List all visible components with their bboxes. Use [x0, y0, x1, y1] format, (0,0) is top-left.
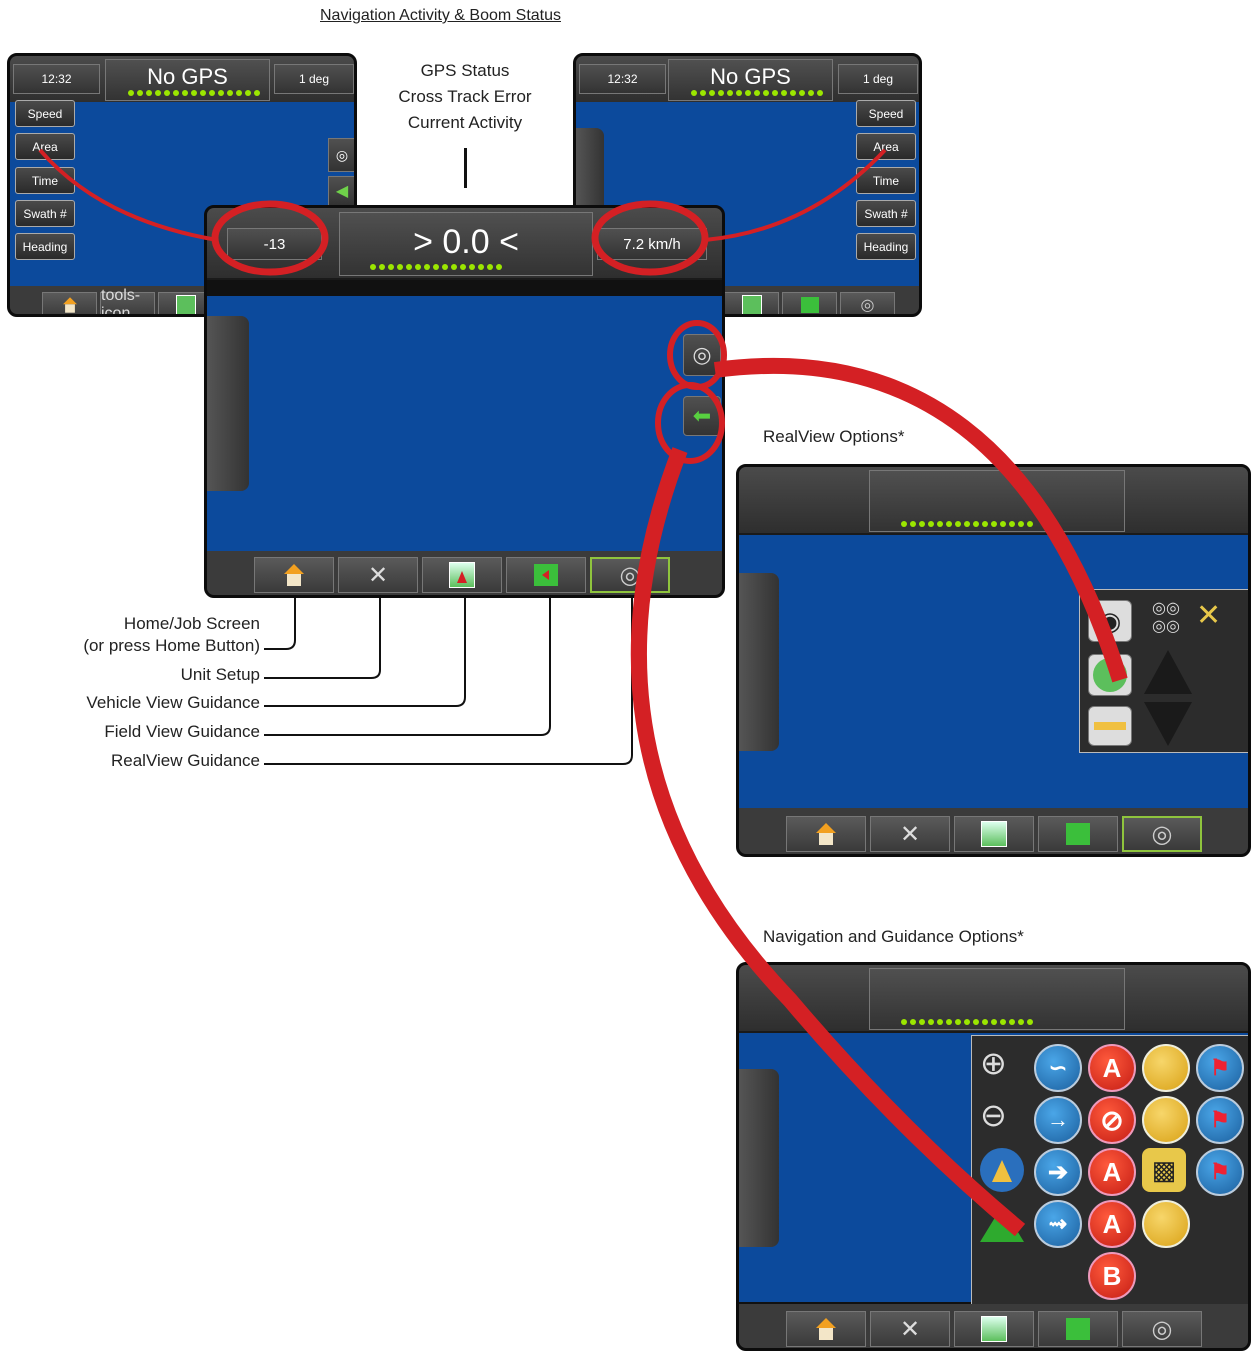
nav-options-title: Navigation and Guidance Options* [763, 927, 1024, 946]
vehicle-view-icon [981, 821, 1007, 847]
camera-single-button[interactable]: ◉ [1088, 600, 1132, 642]
delete-flag-icon[interactable]: ⚑ [1196, 1096, 1244, 1144]
down-arrow-icon[interactable] [1144, 702, 1192, 746]
mark-a-alt-icon[interactable]: A [1088, 1200, 1136, 1248]
legend-unit-setup: Unit Setup [180, 665, 260, 684]
field-view-icon [1066, 1318, 1090, 1340]
tools-icon: ✕ [899, 1315, 921, 1343]
zoom-out-icon[interactable]: ⊖ [980, 1096, 1024, 1140]
led-bar [901, 1019, 1033, 1027]
tab-vehicle-small[interactable] [724, 292, 779, 314]
tab-field-view[interactable] [1038, 816, 1118, 852]
mark-a-button[interactable]: A [1088, 1044, 1136, 1092]
add-flag-icon[interactable]: ⚑ [1196, 1044, 1244, 1092]
guidance-view-button[interactable] [1088, 654, 1132, 696]
time-button[interactable]: Time [856, 167, 916, 194]
legend-home-note: (or press Home Button) [83, 636, 260, 655]
tab-realview[interactable]: ◎ [1122, 1311, 1202, 1347]
delete-boundary-icon[interactable] [1142, 1200, 1190, 1248]
nav-screen: ⊕ ∽ A ⚑ ⊖ → ⊘ ⚑ ➔ A ▩ ⚑ ⇝ A B ✕ ◎ [736, 962, 1251, 1351]
boundary-icon[interactable] [1142, 1044, 1190, 1092]
camera-icon: ◉ [1098, 605, 1122, 636]
tab-home[interactable] [786, 1311, 866, 1347]
mark-b-button[interactable]: B [1088, 1252, 1136, 1300]
tab-unit-setup[interactable]: ✕ [870, 816, 950, 852]
legend: Home/Job Screen (or press Home Button) U… [40, 613, 260, 772]
home-icon [815, 823, 837, 845]
tab-realview[interactable]: ◎ [1122, 816, 1202, 852]
tools-icon: ✕ [899, 820, 921, 848]
tab-vehicle-view[interactable] [954, 1311, 1034, 1347]
cancel-icon[interactable]: ⊘ [1088, 1096, 1136, 1144]
tab-home[interactable] [786, 816, 866, 852]
cone-icon[interactable] [980, 1148, 1024, 1192]
speed-button[interactable]: Speed [856, 100, 916, 127]
tab-unit-setup[interactable]: ✕ [870, 1311, 950, 1347]
flag-navigate-icon[interactable]: ⚑ [1196, 1148, 1244, 1196]
up-arrow-icon[interactable] [1144, 650, 1192, 694]
nav-options-panel: ⊕ ∽ A ⚑ ⊖ → ⊘ ⚑ ➔ A ▩ ⚑ ⇝ A B [971, 1035, 1248, 1307]
legend-home: Home/Job Screen [123, 614, 260, 633]
area-button[interactable]: Area [856, 133, 916, 160]
led-bar [691, 90, 823, 98]
cancel-boundary-icon[interactable] [1142, 1096, 1190, 1144]
heading-display: 1 deg [838, 64, 918, 94]
camera-setup-icon[interactable]: ✕ [1196, 598, 1240, 642]
checkered-flag-icon[interactable]: ▩ [1142, 1148, 1186, 1192]
realview-options-panel: ◉ ◎◎ ◎◎ ✕ [1079, 589, 1248, 753]
nudge-icon[interactable]: → [1034, 1096, 1082, 1144]
boom-slider[interactable] [739, 573, 779, 751]
home-icon [815, 1318, 837, 1340]
tab-realview-small[interactable]: ◎ [840, 292, 895, 314]
camera-icon: ◎ [1151, 820, 1173, 848]
led-bar [901, 521, 1033, 529]
mark-a-plus-icon[interactable]: A [1088, 1148, 1136, 1196]
overlay-button[interactable] [1088, 706, 1132, 746]
vehicle-view-icon [741, 295, 762, 314]
legend-vehicle-view: Vehicle View Guidance [86, 693, 260, 712]
vehicle-marker-icon [980, 1206, 1024, 1242]
boom-slider[interactable] [739, 1069, 779, 1247]
tab-field-small[interactable] [782, 292, 837, 314]
camera-icon: ◎ [1151, 1315, 1173, 1343]
realview-screen: ◉ ◎◎ ◎◎ ✕ ✕ ◎ [736, 464, 1251, 857]
path-icon[interactable]: ⇝ [1034, 1200, 1082, 1248]
zoom-in-icon[interactable]: ⊕ [980, 1044, 1024, 1088]
tab-field-view[interactable] [1038, 1311, 1118, 1347]
legend-field-view: Field View Guidance [104, 722, 260, 741]
tab-vehicle-view[interactable] [954, 816, 1034, 852]
field-view-icon [800, 297, 819, 313]
vehicle-view-icon [981, 1316, 1007, 1342]
legend-realview: RealView Guidance [111, 751, 260, 770]
next-icon[interactable]: ➔ [1034, 1148, 1082, 1196]
curve-path-icon[interactable]: ∽ [1034, 1044, 1082, 1092]
swath-button[interactable]: Swath # [856, 200, 916, 227]
heading-button[interactable]: Heading [856, 233, 916, 260]
field-view-icon [1066, 823, 1090, 845]
camera-quad-icon[interactable]: ◎◎ ◎◎ [1144, 600, 1188, 642]
realview-options-title: RealView Options* [763, 427, 905, 446]
